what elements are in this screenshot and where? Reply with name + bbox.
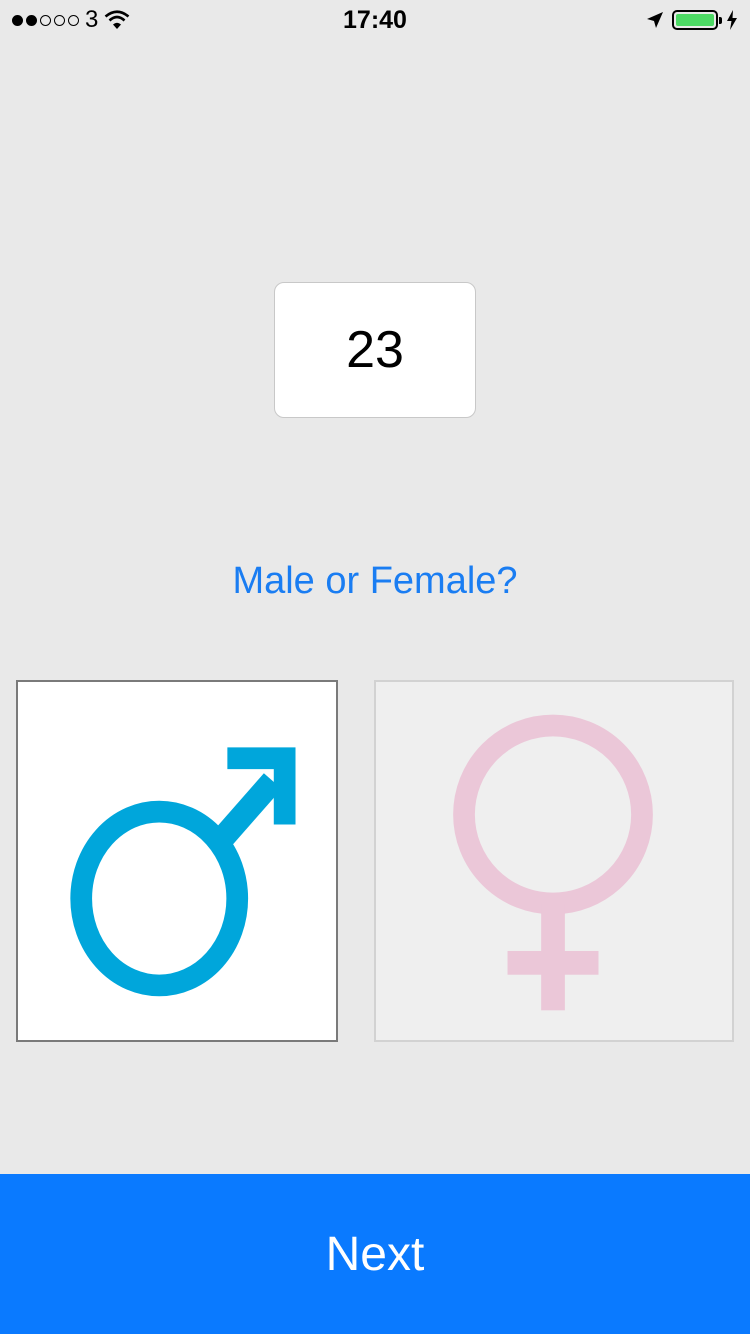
male-symbol-icon: [70, 747, 296, 997]
male-option-button[interactable]: [16, 680, 338, 1042]
next-button[interactable]: Next: [0, 1174, 750, 1334]
age-field[interactable]: 23: [274, 282, 476, 418]
gender-question-label: Male or Female?: [232, 560, 518, 602]
battery-icon: [672, 10, 722, 30]
female-symbol-icon: [453, 714, 653, 1011]
status-time: 17:40: [343, 5, 407, 34]
female-option-button[interactable]: [374, 680, 734, 1042]
status-bar: 3 17:40: [0, 0, 750, 40]
